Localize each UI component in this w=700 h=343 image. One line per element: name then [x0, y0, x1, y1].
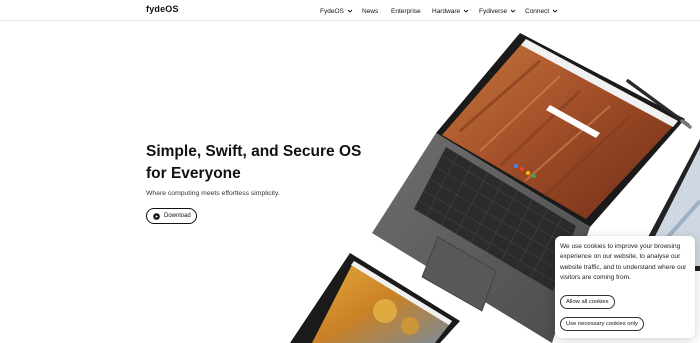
nav-item-news[interactable]: News [362, 6, 378, 16]
cookie-banner: We use cookies to improve your browsing … [555, 236, 695, 338]
allow-all-cookies-button[interactable]: Allow all cookies [560, 295, 615, 309]
nav-item-hardware[interactable]: Hardware [432, 6, 469, 16]
nav-item-label: Hardware [432, 7, 461, 15]
hero-subtitle: Where computing meets effortless simplic… [146, 190, 280, 197]
page: fydeOS FydeOS News Enterprise Hardware F… [0, 0, 700, 343]
nav-item-label: FydeOS [320, 7, 344, 15]
nav-item-label: Connect [525, 7, 550, 15]
chevron-down-icon [463, 8, 469, 14]
nav-item-enterprise[interactable]: Enterprise [391, 6, 421, 16]
cookie-message: We use cookies to improve your browsing … [560, 243, 687, 282]
chevron-down-icon [552, 8, 558, 14]
site-header: fydeOS FydeOS News Enterprise Hardware F… [0, 0, 700, 21]
chevron-down-icon [510, 8, 516, 14]
fydeos-logo[interactable]: fydeOS [146, 4, 179, 14]
play-circle-icon [153, 212, 160, 220]
chevron-down-icon [347, 8, 353, 14]
nav-item-fydiverse[interactable]: Fydiverse [479, 6, 516, 16]
nav-item-connect[interactable]: Connect [525, 6, 558, 16]
nav-item-fydeos[interactable]: FydeOS [320, 6, 353, 16]
nav-item-label: Enterprise [391, 7, 421, 15]
nav-item-label: News [362, 7, 379, 15]
nav-item-label: Fydiverse [479, 7, 508, 15]
download-label: Download [164, 213, 191, 219]
necessary-cookies-button[interactable]: Use necessary cookies only [560, 317, 644, 331]
download-button[interactable]: Download [146, 208, 197, 224]
